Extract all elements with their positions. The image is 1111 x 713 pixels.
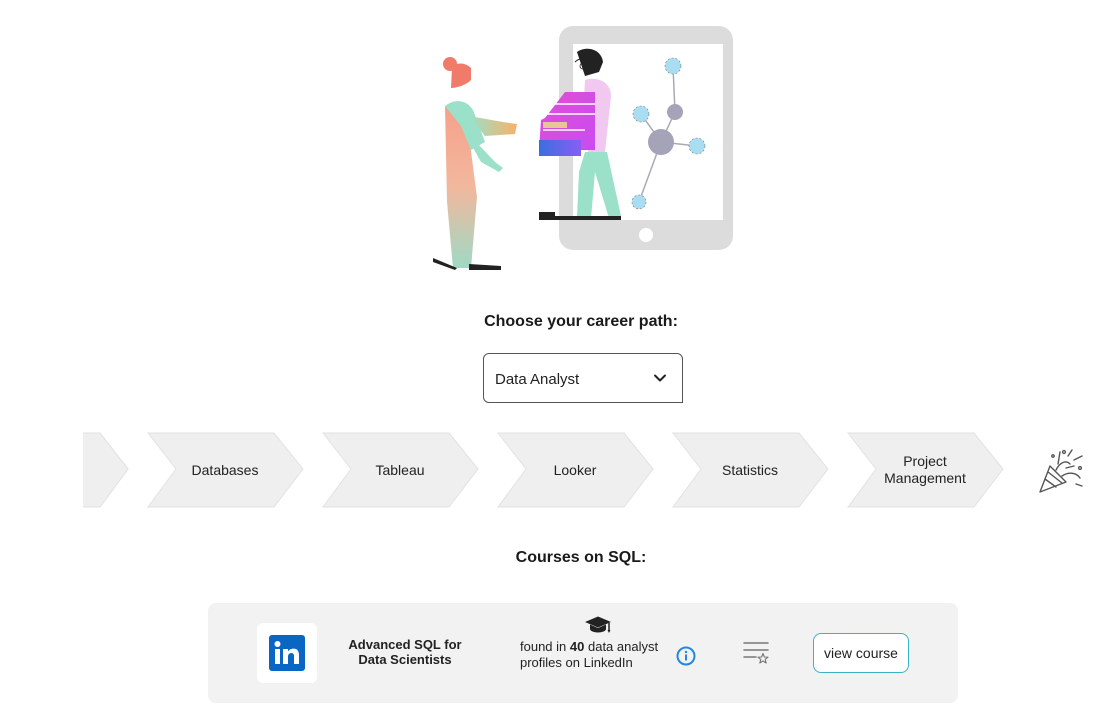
add-to-list-icon[interactable] [742, 641, 770, 667]
step-label: Looker [553, 461, 597, 478]
career-path-selected-value: Data Analyst [495, 371, 580, 388]
found-prefix: found in [520, 639, 567, 654]
step-previous[interactable] [0, 432, 130, 510]
graduation-cap-icon [585, 616, 611, 633]
course-found-stats: found in 40 data analyst profiles on Lin… [520, 639, 675, 671]
view-course-button[interactable]: view course [813, 633, 909, 673]
course-title: Advanced SQL for Data Scientists [348, 637, 462, 667]
step-label: Statistics [721, 461, 778, 478]
step-label: Databases [191, 461, 259, 478]
course-card: Advanced SQL for Data Scientists found i… [208, 603, 958, 703]
linkedin-logo-icon [257, 623, 317, 683]
chevron-down-icon [654, 374, 666, 382]
career-path-select[interactable]: Data Analyst [483, 353, 683, 403]
career-path-heading: Choose your career path: [484, 313, 678, 330]
step-label: Tableau [375, 461, 425, 478]
step-label: Project Management [884, 453, 966, 486]
step-tableau[interactable]: Tableau [322, 432, 480, 508]
step-looker[interactable]: Looker [497, 432, 655, 508]
step-statistics[interactable]: Statistics [672, 432, 830, 508]
courses-heading: Courses on SQL: [515, 549, 647, 566]
found-count: 40 [569, 639, 585, 654]
party-popper-icon [1039, 449, 1083, 493]
career-steps: Databases Tableau Looker Statistics Proj… [0, 432, 1111, 510]
info-icon[interactable] [676, 646, 696, 666]
hero-illustration [425, 22, 745, 272]
step-project-management[interactable]: Project Management [847, 432, 1005, 508]
step-databases[interactable]: Databases [147, 432, 305, 508]
